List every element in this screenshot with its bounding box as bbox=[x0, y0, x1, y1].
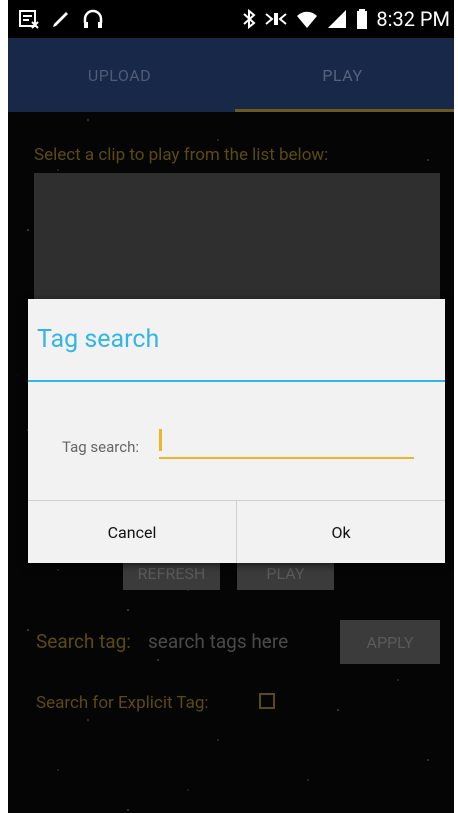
status-time: 8:32 PM bbox=[376, 7, 450, 31]
clip-list[interactable] bbox=[34, 173, 440, 313]
battery-icon bbox=[356, 8, 368, 30]
dialog-title: Tag search bbox=[37, 325, 160, 354]
dialog-button-bar: Cancel Ok bbox=[28, 500, 445, 563]
status-bar: 8:32 PM bbox=[8, 0, 454, 38]
notification-icon bbox=[18, 8, 40, 30]
tab-upload[interactable]: UPLOAD bbox=[8, 38, 231, 112]
search-tag-label: Search tag: bbox=[36, 630, 131, 653]
tab-play[interactable]: PLAY bbox=[231, 38, 454, 112]
tab-bar: UPLOAD PLAY bbox=[8, 38, 454, 112]
tag-search-input[interactable] bbox=[159, 427, 414, 459]
explicit-tag-checkbox[interactable] bbox=[259, 693, 275, 709]
apply-button[interactable]: APPLY bbox=[340, 620, 440, 664]
tag-search-dialog: Tag search Tag search: Cancel Ok bbox=[28, 299, 445, 563]
explicit-tag-label: Search for Explicit Tag: bbox=[36, 693, 209, 713]
tag-search-label: Tag search: bbox=[62, 438, 139, 456]
pen-icon bbox=[50, 8, 72, 30]
ok-button[interactable]: Ok bbox=[236, 501, 445, 563]
text-cursor bbox=[159, 429, 162, 451]
nfc-icon bbox=[264, 8, 288, 30]
bluetooth-icon bbox=[242, 8, 256, 30]
wifi-icon bbox=[296, 8, 318, 30]
dialog-divider bbox=[28, 380, 445, 382]
search-tag-input[interactable]: search tags here bbox=[148, 630, 288, 653]
cancel-button[interactable]: Cancel bbox=[28, 501, 236, 563]
phone-screen: 8:32 PM UPLOAD PLAY Select a clip to pla… bbox=[8, 0, 454, 813]
signal-icon bbox=[326, 8, 348, 30]
headphones-icon bbox=[82, 8, 104, 30]
clip-list-prompt: Select a clip to play from the list belo… bbox=[34, 145, 329, 165]
